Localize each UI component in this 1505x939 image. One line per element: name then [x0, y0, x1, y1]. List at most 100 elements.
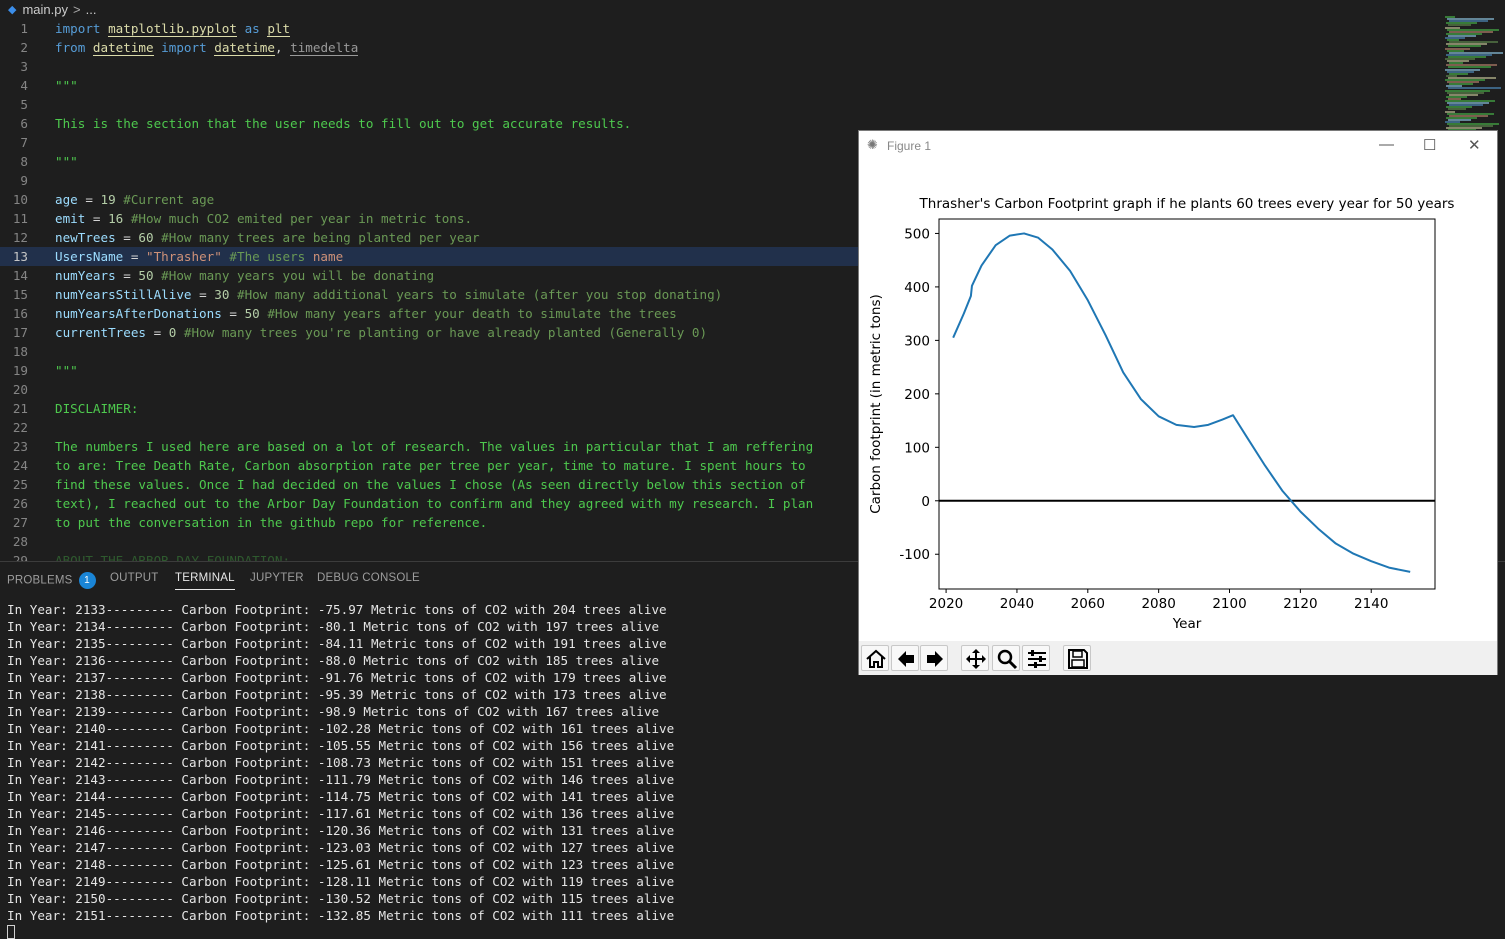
- problems-count-badge: 1: [78, 572, 96, 589]
- code-line[interactable]: 12 newTrees = 60 #How many trees are bein…: [0, 228, 858, 247]
- code-token: 19: [100, 192, 116, 207]
- code-line[interactable]: 18: [0, 342, 858, 361]
- code-token: #How much CO2 emited per year in metric …: [123, 211, 473, 226]
- code-line[interactable]: 24 to are: Tree Death Rate, Carbon absorp…: [0, 456, 858, 475]
- code-line[interactable]: 6 This is the section that the user needs…: [0, 114, 858, 133]
- code-line[interactable]: 20: [0, 380, 858, 399]
- terminal-line: In Year: 2133--------- Carbon Footprint:…: [7, 602, 667, 617]
- code-line[interactable]: 28: [0, 532, 858, 551]
- code-line[interactable]: 10 age = 19 #Current age: [0, 190, 858, 209]
- code-token: UsersName: [55, 249, 124, 264]
- code-token: #How many years after your death to simu…: [259, 306, 677, 321]
- code-text: This is the section that the user needs …: [55, 114, 631, 133]
- line-number: 19: [12, 363, 28, 378]
- code-token: currentTrees: [55, 325, 146, 340]
- code-line[interactable]: 8 """: [0, 152, 858, 171]
- line-number: 11: [12, 211, 28, 226]
- configure-button[interactable]: [1022, 645, 1050, 671]
- code-line[interactable]: 1 import matplotlib.pyplot as plt: [0, 19, 858, 38]
- back-button[interactable]: [891, 645, 919, 671]
- terminal-line: In Year: 2137--------- Carbon Footprint:…: [7, 670, 667, 685]
- code-editor[interactable]: 1 import matplotlib.pyplot as plt 2 from da…: [0, 19, 858, 561]
- code-text: The numbers I used here are based on a l…: [55, 437, 813, 456]
- home-button[interactable]: [861, 645, 889, 671]
- line-number: 17: [12, 325, 28, 340]
- code-line[interactable]: 19 """: [0, 361, 858, 380]
- code-line[interactable]: 3: [0, 57, 858, 76]
- code-token: "Thrasher": [146, 249, 222, 264]
- code-line[interactable]: 27 to put the conversation in the github …: [0, 513, 858, 532]
- terminal-line: In Year: 2151--------- Carbon Footprint:…: [7, 908, 675, 923]
- tab-jupyter[interactable]: JUPYTER: [250, 572, 304, 584]
- forward-button[interactable]: [920, 645, 948, 671]
- zoom-icon: [997, 649, 1018, 670]
- code-line[interactable]: 25 find these values. Once I had decided …: [0, 475, 858, 494]
- minimize-icon[interactable]: —: [1379, 136, 1394, 153]
- code-token: find these values. Once I had decided on…: [55, 477, 806, 492]
- code-line[interactable]: 22: [0, 418, 858, 437]
- zoom-button[interactable]: [992, 645, 1020, 671]
- x-axis-label: Year: [1172, 616, 1202, 632]
- breadcrumb-separator: >: [73, 2, 81, 17]
- line-number: 8: [20, 154, 28, 169]
- y-tick-label: 300: [904, 333, 930, 349]
- code-line[interactable]: 4 """: [0, 76, 858, 95]
- line-number: 2: [20, 40, 28, 55]
- code-line[interactable]: 17 currentTrees = 0 #How many trees you'r…: [0, 323, 858, 342]
- code-line[interactable]: 9: [0, 171, 858, 190]
- code-token: age: [55, 192, 78, 207]
- home-icon: [866, 649, 886, 668]
- code-line[interactable]: 16 numYearsAfterDonations = 50 #How many …: [0, 304, 858, 323]
- code-text: to are: Tree Death Rate, Carbon absorpti…: [55, 456, 806, 475]
- tab-problems[interactable]: PROBLEMS 1: [7, 572, 96, 589]
- code-line[interactable]: 13 UsersName = "Thrasher" #The users name: [0, 247, 858, 266]
- code-text: """: [55, 152, 78, 171]
- code-token: =: [115, 230, 139, 245]
- back-icon: [898, 651, 914, 667]
- figure-titlebar[interactable]: ✺ Figure 1 — ☐ ✕: [859, 131, 1497, 161]
- tab-output[interactable]: OUTPUT: [110, 572, 158, 584]
- tab-terminal[interactable]: TERMINAL: [175, 572, 235, 590]
- terminal-output[interactable]: In Year: 2133--------- Carbon Footprint:…: [7, 601, 674, 924]
- code-line[interactable]: 14 numYears = 50 #How many years you will…: [0, 266, 858, 285]
- code-line[interactable]: 2 from datetime import datetime, timedelt…: [0, 38, 858, 57]
- terminal-line: In Year: 2146--------- Carbon Footprint:…: [7, 823, 675, 838]
- code-token: datetime: [214, 40, 275, 56]
- code-line[interactable]: 23 The numbers I used here are based on a…: [0, 437, 858, 456]
- line-number: 26: [12, 496, 28, 511]
- x-tick-label: 2120: [1283, 596, 1317, 612]
- line-number: 4: [20, 78, 28, 93]
- tab-debug-console[interactable]: DEBUG CONSOLE: [317, 572, 420, 584]
- code-token: DISCLAIMER:: [55, 401, 139, 416]
- maximize-icon[interactable]: ☐: [1423, 136, 1436, 154]
- code-line[interactable]: 21 DISCLAIMER:: [0, 399, 858, 418]
- pan-button[interactable]: [961, 645, 989, 671]
- minimap[interactable]: [1445, 16, 1505, 136]
- code-line[interactable]: 5: [0, 95, 858, 114]
- code-token: """: [55, 78, 78, 93]
- chart-title: Thrasher's Carbon Footprint graph if he …: [919, 196, 1455, 212]
- line-number: 23: [12, 439, 28, 454]
- code-line[interactable]: 7: [0, 133, 858, 152]
- line-number: 16: [12, 306, 28, 321]
- code-token: ,: [274, 40, 291, 55]
- code-line[interactable]: 11 emit = 16 #How much CO2 emited per yea…: [0, 209, 858, 228]
- close-icon[interactable]: ✕: [1468, 136, 1481, 154]
- code-line[interactable]: 15 numYearsStillAlive = 30 #How many addi…: [0, 285, 858, 304]
- breadcrumb-symbols[interactable]: ...: [86, 2, 97, 17]
- code-line[interactable]: 29 ABOUT THE ARBOR DAY FOUNDATION:: [0, 551, 858, 561]
- code-token: name: [312, 249, 344, 264]
- terminal-line: In Year: 2147--------- Carbon Footprint:…: [7, 840, 675, 855]
- chart-canvas: 2020 2040 2060 2080 2100 2120 2140 -100 0 100 200 3…: [868, 196, 1455, 632]
- code-line[interactable]: 26 text), I reached out to the Arbor Day …: [0, 494, 858, 513]
- line-number: 6: [20, 116, 28, 131]
- code-token: This is the section that the user needs …: [55, 116, 632, 131]
- save-button[interactable]: [1063, 645, 1091, 671]
- code-token: text), I reached out to the Arbor Day Fo…: [55, 496, 814, 511]
- line-number: 28: [12, 534, 28, 549]
- breadcrumb-file[interactable]: main.py: [22, 2, 68, 17]
- terminal-line: In Year: 2135--------- Carbon Footprint:…: [7, 636, 667, 651]
- line-number: 21: [12, 401, 28, 416]
- code-token: numYears: [55, 268, 116, 283]
- line-number: 3: [20, 59, 28, 74]
